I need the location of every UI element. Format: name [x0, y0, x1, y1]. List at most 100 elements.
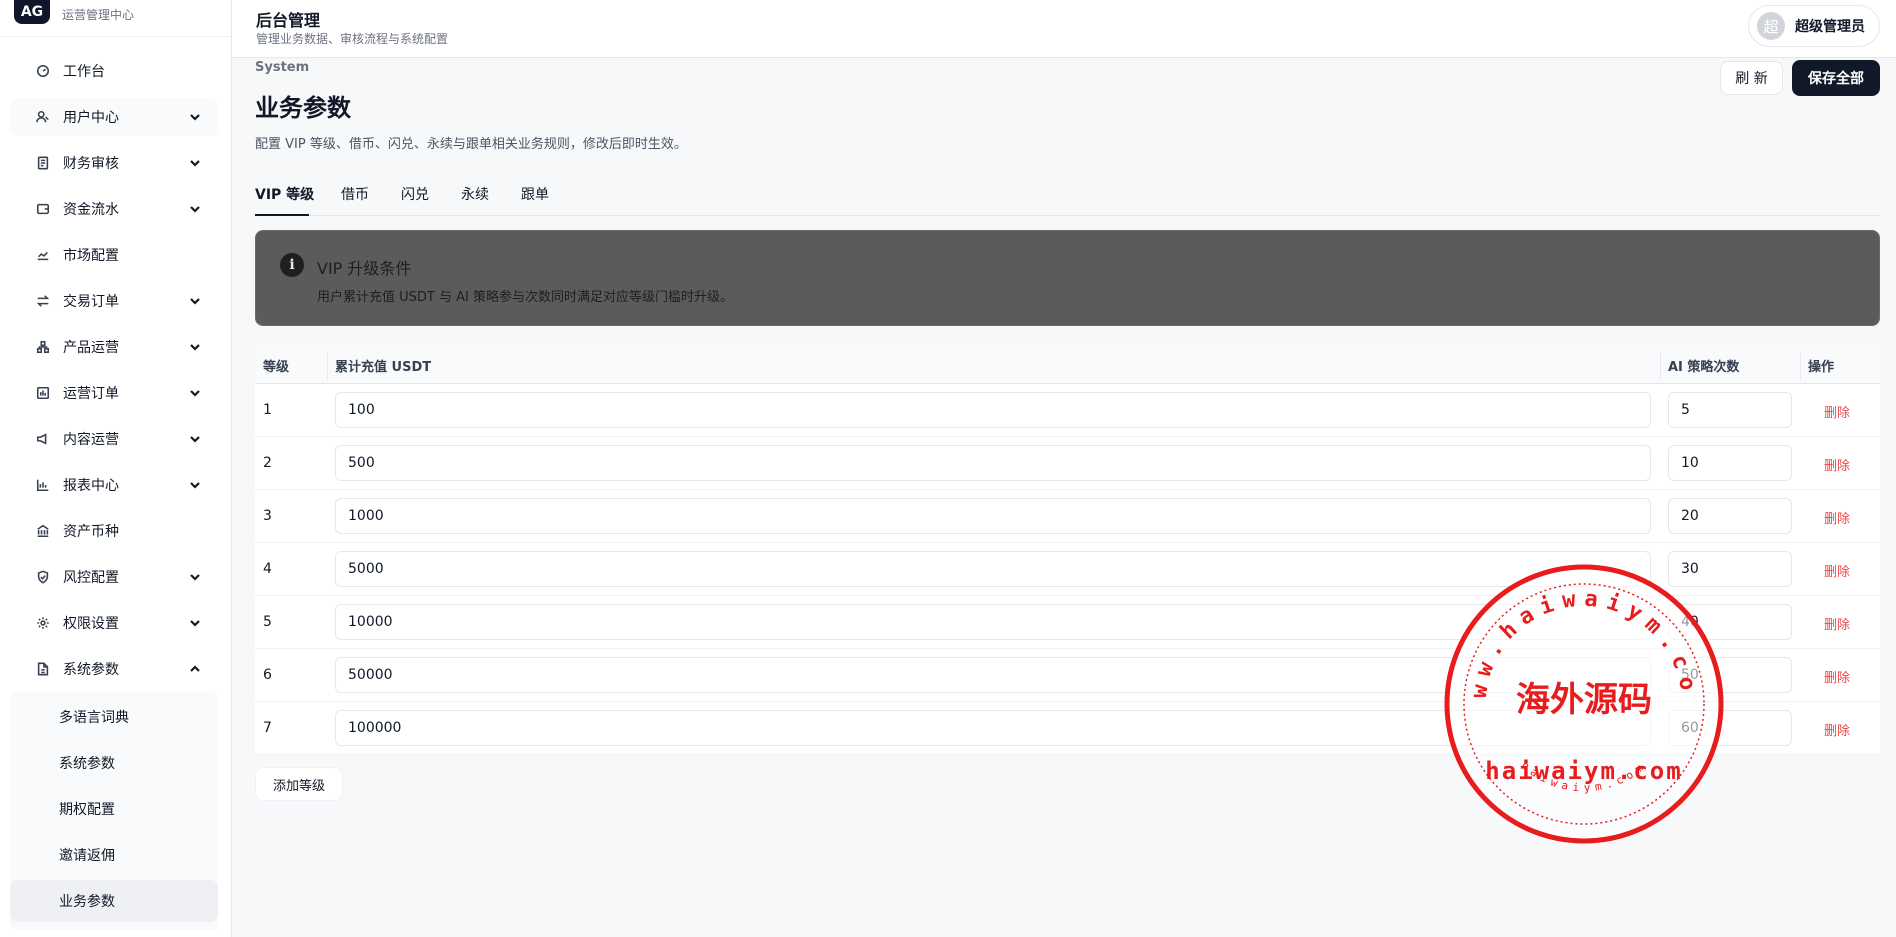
- bank-icon: [35, 523, 51, 539]
- delete-button[interactable]: 删除: [1824, 667, 1850, 686]
- column-header-usdt: 累计充值 USDT: [335, 360, 432, 375]
- sidebar-item-ops-orders[interactable]: 运营订单: [10, 374, 218, 412]
- level-cell: 6: [263, 667, 272, 683]
- sidebar-item-trade-orders[interactable]: 交易订单: [10, 282, 218, 320]
- sidebar-item-users[interactable]: 用户中心: [10, 98, 218, 136]
- banner-text: 用户累计充值 USDT 与 AI 策略参与次数同时满足对应等级门槛时升级。: [317, 290, 733, 305]
- sidebar-item-label: 市场配置: [63, 248, 119, 264]
- sidebar-item-content-ops[interactable]: 内容运营: [10, 420, 218, 458]
- sidebar-item-label: 权限设置: [63, 616, 119, 632]
- chevron-down-icon: [188, 156, 202, 170]
- tab-flash-swap[interactable]: 闪兑: [401, 184, 429, 204]
- sidebar-item-finance-review[interactable]: 财务审核: [10, 144, 218, 182]
- usdt-threshold-input[interactable]: 500: [335, 445, 1651, 481]
- tab-copy-trading[interactable]: 跟单: [521, 184, 549, 204]
- user-menu-button[interactable]: 超 超级管理员: [1748, 5, 1880, 47]
- sidebar-item-risk-config[interactable]: 风控配置: [10, 558, 218, 596]
- level-cell: 3: [263, 508, 272, 524]
- level-cell: 1: [263, 402, 272, 418]
- info-icon: i: [280, 253, 304, 277]
- sidebar-item-dashboard[interactable]: 工作台: [10, 52, 218, 90]
- topbar: 后台管理 管理业务数据、审核流程与系统配置 超 超级管理员: [232, 0, 1896, 58]
- users-icon: [35, 109, 51, 125]
- stamp-domain-text: haiwaiym.com: [1485, 757, 1682, 785]
- sidebar-item-label: 风控配置: [63, 570, 119, 586]
- stamp-center-text: 海外源码: [1516, 680, 1652, 720]
- delete-button[interactable]: 删除: [1824, 614, 1850, 633]
- delete-button[interactable]: 删除: [1824, 720, 1850, 739]
- app-subtitle: 管理业务数据、审核流程与系统配置: [256, 32, 449, 46]
- brand-logo[interactable]: AG: [14, 0, 50, 24]
- chevron-down-icon: [188, 570, 202, 584]
- sidebar-subitem-system-params[interactable]: 系统参数: [10, 742, 218, 784]
- gauge-icon: [35, 63, 51, 79]
- sidebar: AG 运营管理中心 工作台 用户中心 财务审核 资金流水 市场配置 交易订单 产…: [0, 0, 232, 937]
- sidebar-item-product-ops[interactable]: 产品运营: [10, 328, 218, 366]
- level-cell: 5: [263, 614, 272, 630]
- ai-strategy-count-input[interactable]: 5: [1668, 392, 1792, 428]
- sidebar-item-reports[interactable]: 报表中心: [10, 466, 218, 504]
- tab-bar: VIP 等级 借币 闪兑 永续 跟单: [255, 174, 1880, 216]
- chevron-up-icon: [188, 662, 202, 676]
- sidebar-item-label: 系统参数: [63, 662, 119, 678]
- table-row: 1 100 5 删除: [255, 384, 1880, 437]
- chevron-down-icon: [188, 294, 202, 308]
- ai-strategy-count-input[interactable]: 10: [1668, 445, 1792, 481]
- sidebar-subitem-i18n-dictionary[interactable]: 多语言词典: [10, 696, 218, 738]
- chevron-down-icon: [188, 432, 202, 446]
- column-divider: [1800, 351, 1801, 379]
- sidebar-subitem-options-config[interactable]: 期权配置: [10, 788, 218, 830]
- shield-check-icon: [35, 569, 51, 585]
- sidebar-item-fund-flow[interactable]: 资金流水: [10, 190, 218, 228]
- page-description: 配置 VIP 等级、借币、闪兑、永续与跟单相关业务规则，修改后即时生效。: [255, 137, 687, 152]
- save-all-button[interactable]: 保存全部: [1792, 60, 1880, 96]
- chevron-down-icon: [188, 386, 202, 400]
- sidebar-item-label: 内容运营: [63, 432, 119, 448]
- sidebar-item-asset-currency[interactable]: 资产币种: [10, 512, 218, 550]
- divider: [0, 36, 231, 37]
- refresh-button[interactable]: 刷 新: [1720, 61, 1783, 95]
- sidebar-submenu: 多语言词典 系统参数 期权配置 邀请返佣 业务参数: [10, 692, 218, 930]
- watermark-stamp: www.haiwaiym.com 海外源码 haiwaiym.com haiwa…: [1441, 561, 1724, 844]
- user-name: 超级管理员: [1795, 19, 1865, 35]
- sidebar-item-label: 运营订单: [63, 386, 119, 402]
- swap-icon: [35, 293, 51, 309]
- column-divider: [1660, 351, 1661, 379]
- page-title: 业务参数: [255, 94, 351, 122]
- sidebar-item-system-params[interactable]: 系统参数: [10, 650, 218, 688]
- table-row: 2 500 10 删除: [255, 437, 1880, 490]
- delete-button[interactable]: 删除: [1824, 402, 1850, 421]
- sidebar-item-label: 交易订单: [63, 294, 119, 310]
- sidebar-item-label: 财务审核: [63, 156, 119, 172]
- sidebar-item-label: 产品运营: [63, 340, 119, 356]
- delete-button[interactable]: 删除: [1824, 508, 1850, 527]
- sidebar-item-permissions[interactable]: 权限设置: [10, 604, 218, 642]
- page-eyebrow: System: [255, 60, 310, 75]
- sidebar-item-market-config[interactable]: 市场配置: [10, 236, 218, 274]
- bar-chart-icon: [35, 477, 51, 493]
- sidebar-item-label: 资产币种: [63, 524, 119, 540]
- sidebar-item-label: 报表中心: [63, 478, 119, 494]
- megaphone-icon: [35, 431, 51, 447]
- usdt-threshold-input[interactable]: 100: [335, 392, 1651, 428]
- bar-chart-box-icon: [35, 385, 51, 401]
- sidebar-nav: 工作台 用户中心 财务审核 资金流水 市场配置 交易订单 产品运营 运营订单 内…: [10, 52, 218, 930]
- chevron-down-icon: [188, 478, 202, 492]
- wallet-icon: [35, 201, 51, 217]
- add-level-button[interactable]: 添加等级: [255, 767, 343, 801]
- delete-button[interactable]: 删除: [1824, 561, 1850, 580]
- tab-perpetual[interactable]: 永续: [461, 184, 489, 204]
- active-tab-indicator: [255, 214, 309, 216]
- brand-subtitle: 运营管理中心: [62, 8, 135, 22]
- banner-title: VIP 升级条件: [317, 259, 412, 278]
- table-row: 3 1000 20 删除: [255, 490, 1880, 543]
- sidebar-subitem-business-params[interactable]: 业务参数: [10, 880, 218, 922]
- chevron-down-icon: [188, 340, 202, 354]
- tab-borrow[interactable]: 借币: [341, 184, 369, 204]
- sidebar-subitem-invite-rebate[interactable]: 邀请返佣: [10, 834, 218, 876]
- ai-strategy-count-input[interactable]: 20: [1668, 498, 1792, 534]
- tab-vip-level[interactable]: VIP 等级: [255, 184, 314, 204]
- delete-button[interactable]: 删除: [1824, 455, 1850, 474]
- usdt-threshold-input[interactable]: 1000: [335, 498, 1651, 534]
- network-icon: [35, 339, 51, 355]
